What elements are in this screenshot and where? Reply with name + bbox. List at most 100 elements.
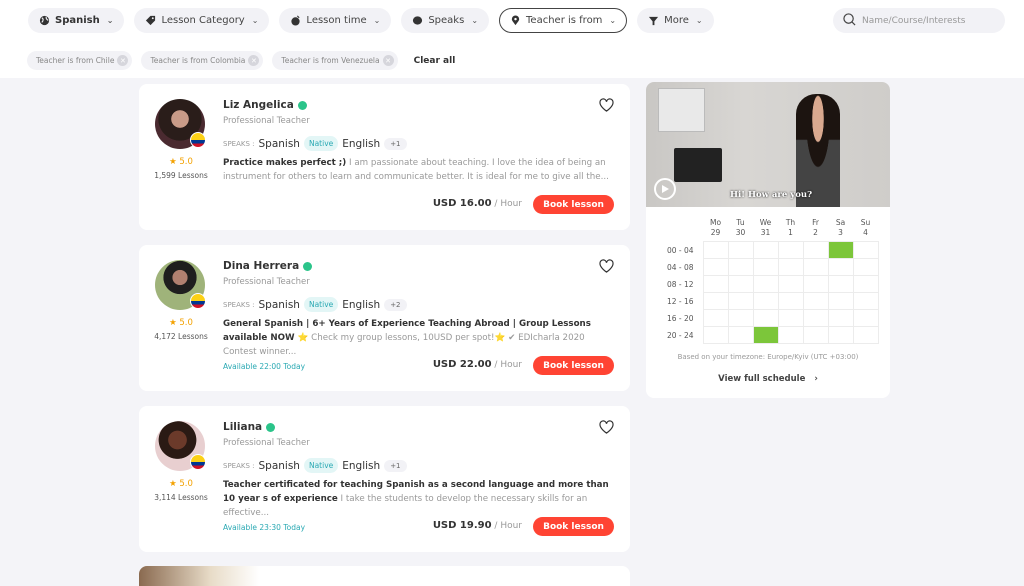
schedule-cell bbox=[802, 292, 829, 310]
day-of-week: Fr bbox=[812, 218, 819, 227]
clear-all-button[interactable]: Clear all bbox=[414, 56, 456, 66]
available-slot[interactable] bbox=[827, 241, 854, 259]
schedule-cell bbox=[852, 275, 879, 293]
verified-badge-icon bbox=[266, 422, 276, 432]
schedule-cell bbox=[802, 258, 829, 276]
schedule-cell bbox=[827, 275, 854, 293]
search-box[interactable] bbox=[833, 8, 1005, 33]
teacher-name[interactable]: Dina Herrera bbox=[223, 260, 313, 272]
filter-bar: Spanish ⌄ Lesson Category ⌄ Lesson time … bbox=[28, 8, 714, 33]
remove-chip-icon[interactable]: ✕ bbox=[248, 55, 260, 66]
more-languages-badge: +1 bbox=[384, 459, 407, 472]
teacher-card[interactable]: ★ 5.0 3,114 Lessons Liliana Professional… bbox=[139, 406, 630, 552]
price: USD 16.00 / Hour bbox=[433, 198, 522, 209]
schedule-cell bbox=[752, 309, 779, 327]
schedule-cell bbox=[777, 292, 804, 310]
lesson-count: 1,599 Lessons bbox=[154, 171, 208, 180]
book-lesson-button[interactable]: Book lesson bbox=[533, 517, 614, 536]
more-languages-badge: +1 bbox=[384, 137, 407, 150]
day-header: Fr 2 bbox=[803, 218, 828, 242]
whiteboard bbox=[658, 88, 705, 132]
chip-label: Teacher is from Venezuela bbox=[281, 56, 380, 65]
chevron-down-icon: ⌄ bbox=[609, 16, 617, 25]
teacher-name[interactable]: Liliana bbox=[223, 421, 276, 433]
price: USD 22.00 / Hour bbox=[433, 359, 522, 370]
remove-chip-icon[interactable]: ✕ bbox=[382, 55, 394, 66]
schedule-cell bbox=[702, 292, 729, 310]
filter-chip: Teacher is from Chile ✕ bbox=[27, 51, 133, 70]
teacher-name[interactable]: Liz Angelica bbox=[223, 99, 307, 111]
teacher-type: Professional Teacher bbox=[223, 438, 310, 448]
filter-speaks-button[interactable]: Speaks ⌄ bbox=[401, 8, 490, 33]
price-value: USD 19.90 bbox=[432, 520, 492, 531]
speaks-row: SPEAKS : Spanish Native English +1 bbox=[223, 458, 407, 473]
schedule-cell bbox=[702, 309, 729, 327]
laptop bbox=[674, 148, 722, 182]
remove-chip-icon[interactable]: ✕ bbox=[117, 55, 129, 66]
play-button[interactable] bbox=[654, 178, 676, 200]
price: USD 19.90 / Hour bbox=[433, 520, 522, 531]
schedule-cell bbox=[702, 326, 729, 344]
time-slot-label: 08 - 12 bbox=[667, 279, 694, 289]
colombia-flag-icon bbox=[190, 293, 206, 309]
teacher-video-thumbnail bbox=[139, 566, 259, 586]
chip-label: Teacher is from Colombia bbox=[150, 56, 246, 65]
available-slot[interactable] bbox=[752, 326, 779, 344]
schedule-cell bbox=[852, 309, 879, 327]
language: Spanish bbox=[258, 298, 300, 311]
filter-language-button[interactable]: Spanish ⌄ bbox=[28, 8, 125, 33]
heart-icon[interactable] bbox=[599, 98, 614, 112]
filter-lesson-category-button[interactable]: Lesson Category ⌄ bbox=[134, 8, 270, 33]
schedule-cell bbox=[727, 258, 754, 276]
filter-lesson-time-button[interactable]: Lesson time ⌄ bbox=[279, 8, 392, 33]
colombia-flag-icon bbox=[190, 454, 206, 470]
day-date: 3 bbox=[838, 228, 843, 237]
day-of-week: Sa bbox=[835, 218, 846, 227]
filter-label: More bbox=[664, 15, 689, 26]
rating-value: 5.0 bbox=[179, 157, 193, 167]
speech-bubble-icon bbox=[412, 15, 423, 26]
search-input[interactable] bbox=[862, 15, 992, 26]
view-full-schedule-link[interactable]: View full schedule › bbox=[646, 374, 890, 384]
teacher-type: Professional Teacher bbox=[223, 116, 310, 126]
rating: ★ 5.0 bbox=[169, 157, 193, 167]
schedule-row: 04 - 08 bbox=[658, 258, 879, 276]
teacher-card[interactable]: ★ 5.0 1,599 Lessons Liz Angelica Profess… bbox=[139, 84, 630, 230]
intro-video[interactable]: Hi! How are you? bbox=[646, 82, 890, 207]
heart-icon[interactable] bbox=[599, 259, 614, 273]
filter-more-button[interactable]: More ⌄ bbox=[637, 8, 714, 33]
funnel-icon bbox=[648, 15, 659, 26]
filter-teacher-from-button[interactable]: Teacher is from ⌄ bbox=[499, 8, 628, 33]
schedule-cell bbox=[777, 241, 804, 259]
day-of-week: Tu bbox=[736, 218, 745, 227]
language: Spanish bbox=[258, 137, 300, 150]
time-slot-label: 16 - 20 bbox=[667, 313, 694, 323]
teacher-name-text: Dina Herrera bbox=[223, 260, 300, 272]
book-lesson-button[interactable]: Book lesson bbox=[533, 356, 614, 375]
play-icon bbox=[662, 185, 669, 193]
day-header: Su 4 bbox=[853, 218, 878, 242]
teacher-card[interactable]: ★ 5.0 4,172 Lessons Dina Herrera Profess… bbox=[139, 245, 630, 391]
lesson-count: 3,114 Lessons bbox=[154, 493, 208, 502]
chevron-down-icon: ⌄ bbox=[695, 16, 703, 25]
schedule-row: 20 - 24 bbox=[658, 326, 879, 344]
day-of-week: Th bbox=[785, 218, 796, 227]
lesson-count: 4,172 Lessons bbox=[154, 332, 208, 341]
filter-label: Lesson time bbox=[306, 15, 367, 26]
day-date: 2 bbox=[813, 228, 818, 237]
day-date: 31 bbox=[760, 228, 771, 237]
schedule-cell bbox=[727, 326, 754, 344]
day-date: 1 bbox=[788, 228, 793, 237]
book-lesson-button[interactable]: Book lesson bbox=[533, 195, 614, 214]
heart-icon[interactable] bbox=[599, 420, 614, 434]
day-of-week: Su bbox=[860, 218, 871, 227]
schedule-row: 12 - 16 bbox=[658, 292, 879, 310]
teacher-preview-panel: Hi! How are you? Mo 29 Tu 30 We 31 Th 1 Fr 2 Sa 3 Su… bbox=[646, 82, 890, 398]
location-pin-icon bbox=[510, 15, 521, 26]
teacher-description: Practice makes perfect ;) I am passionat… bbox=[223, 156, 618, 184]
teacher-type: Professional Teacher bbox=[223, 277, 310, 287]
teacher-card-partial[interactable] bbox=[139, 566, 630, 586]
time-slot-label: 00 - 04 bbox=[667, 245, 694, 255]
schedule-cell bbox=[852, 241, 879, 259]
chevron-down-icon: ⌄ bbox=[373, 16, 381, 25]
